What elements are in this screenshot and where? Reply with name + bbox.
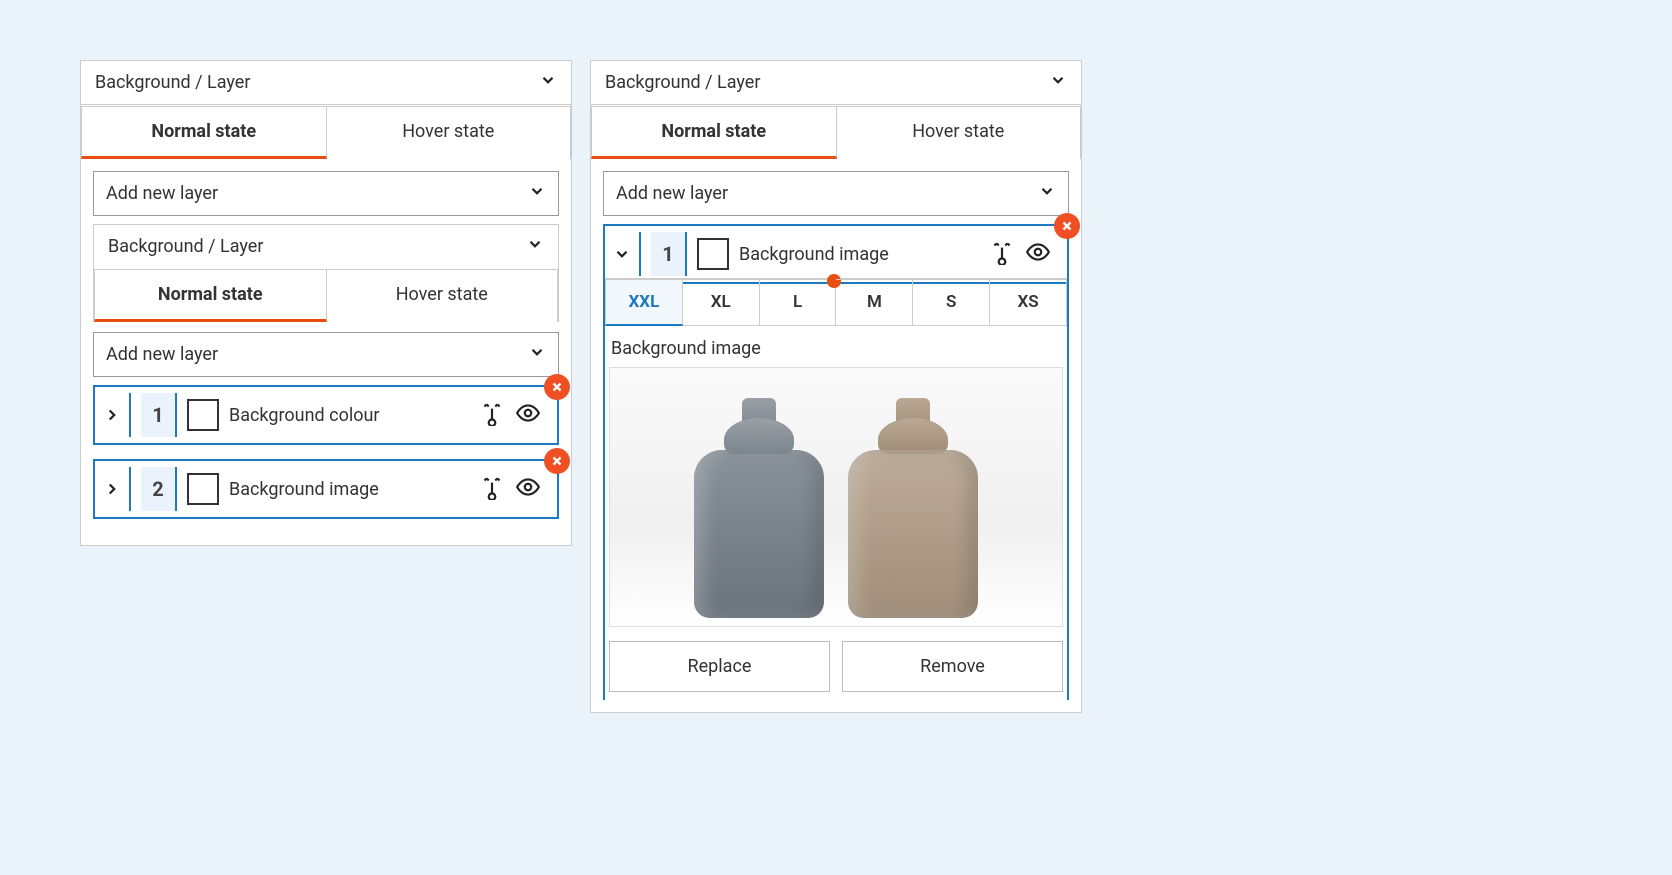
preview-graphic <box>843 398 983 618</box>
color-swatch[interactable] <box>187 473 219 505</box>
add-layer-label: Add new layer <box>106 344 218 365</box>
expand-button[interactable] <box>95 393 131 437</box>
expand-button[interactable] <box>95 467 131 511</box>
replace-button[interactable]: Replace <box>609 641 830 692</box>
add-layer-select[interactable]: Add new layer <box>603 171 1069 216</box>
color-swatch[interactable] <box>697 238 729 270</box>
drag-icon[interactable] <box>989 239 1015 270</box>
layer-number: 1 <box>651 232 687 276</box>
eye-icon[interactable] <box>515 474 541 505</box>
layer-label: Background image <box>739 244 979 265</box>
panel-header[interactable]: Background / Layer <box>81 61 571 105</box>
eye-icon[interactable] <box>1025 239 1051 270</box>
breakpoint-tab-m[interactable]: M <box>836 279 913 326</box>
chevron-down-icon <box>528 182 546 205</box>
breakpoint-tab-s[interactable]: S <box>913 279 990 326</box>
tab-hover-state[interactable]: Hover state <box>327 269 559 322</box>
state-tabs: Normal state Hover state <box>81 105 571 159</box>
layer-number: 1 <box>141 393 177 437</box>
breakpoint-tab-l[interactable]: L <box>760 279 837 326</box>
add-layer-label: Add new layer <box>616 183 728 204</box>
nested-state-tabs: Normal state Hover state <box>93 268 559 322</box>
left-panel: Background / Layer Normal state Hover st… <box>80 60 572 546</box>
state-tabs: Normal state Hover state <box>591 105 1081 159</box>
panel-title: Background / Layer <box>605 72 760 93</box>
tab-hover-state[interactable]: Hover state <box>837 106 1082 159</box>
close-icon[interactable] <box>544 448 570 474</box>
layer-row: 1 Background colour <box>93 385 559 445</box>
breakpoint-tab-xl[interactable]: XL <box>683 279 760 326</box>
tab-hover-state[interactable]: Hover state <box>327 106 572 159</box>
image-preview[interactable] <box>609 367 1063 627</box>
layer-label: Background image <box>229 479 469 500</box>
chevron-down-icon <box>1049 71 1067 94</box>
nested-panel: Background / Layer Normal state Hover st… <box>93 224 559 519</box>
tab-normal-state[interactable]: Normal state <box>591 106 837 159</box>
breakpoint-tab-xs[interactable]: XS <box>990 279 1067 326</box>
panel-title: Background / Layer <box>95 72 250 93</box>
image-label: Background image <box>609 326 1063 367</box>
add-layer-select[interactable]: Add new layer <box>93 332 559 377</box>
close-icon[interactable] <box>544 374 570 400</box>
drag-icon[interactable] <box>479 400 505 431</box>
chevron-down-icon <box>528 343 546 366</box>
tab-normal-state[interactable]: Normal state <box>81 106 327 159</box>
right-panel: Background / Layer Normal state Hover st… <box>590 60 1082 713</box>
chevron-down-icon <box>526 235 544 258</box>
breakpoint-tabs: XXLXLLMSXS <box>605 278 1067 326</box>
add-layer-label: Add new layer <box>106 183 218 204</box>
drag-icon[interactable] <box>479 474 505 505</box>
close-icon[interactable] <box>1054 213 1080 239</box>
layer-label: Background colour <box>229 405 469 426</box>
preview-graphic <box>689 398 829 618</box>
layer-row: 2 Background image <box>93 459 559 519</box>
panel-header[interactable]: Background / Layer <box>591 61 1081 105</box>
color-swatch[interactable] <box>187 399 219 431</box>
remove-button[interactable]: Remove <box>842 641 1063 692</box>
chevron-down-icon <box>1038 182 1056 205</box>
layer-number: 2 <box>141 467 177 511</box>
breakpoint-tab-xxl[interactable]: XXL <box>605 279 683 326</box>
layer-details: XXLXLLMSXS Background image Replace Remo… <box>603 270 1069 700</box>
add-layer-select[interactable]: Add new layer <box>93 171 559 216</box>
nested-title: Background / Layer <box>108 236 263 257</box>
eye-icon[interactable] <box>515 400 541 431</box>
nested-header[interactable]: Background / Layer <box>93 224 559 268</box>
tab-normal-state[interactable]: Normal state <box>94 269 327 322</box>
collapse-button[interactable] <box>605 232 641 276</box>
chevron-down-icon <box>539 71 557 94</box>
